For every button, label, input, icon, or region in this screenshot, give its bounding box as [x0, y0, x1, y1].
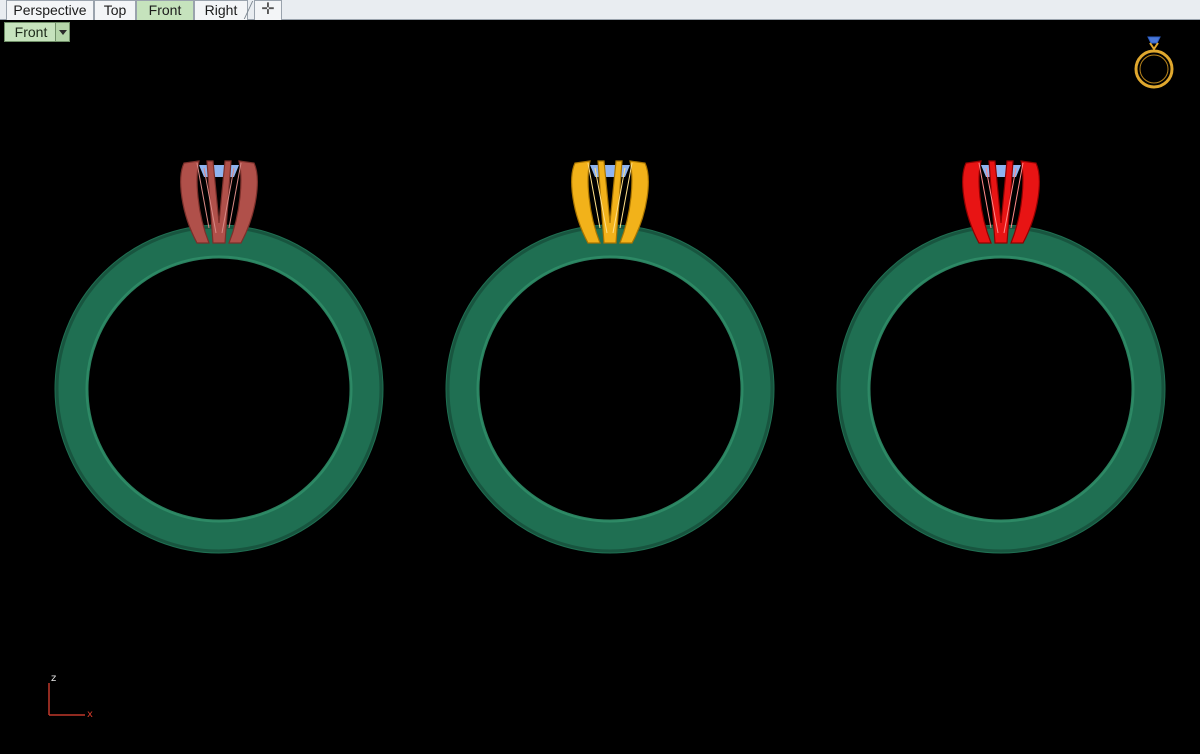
ring-band-inner-edge	[867, 255, 1135, 523]
ring-head-3	[962, 160, 1040, 244]
tab-perspective[interactable]: Perspective	[6, 0, 94, 20]
ring-band	[836, 224, 1166, 554]
viewport-tab-bar: Perspective Top Front Right ✛	[0, 0, 1200, 20]
ring-head-2	[571, 160, 649, 244]
front-viewport[interactable]: Front z x	[3, 21, 1198, 754]
ring-head-1	[180, 160, 258, 244]
tab-front[interactable]: Front	[136, 0, 194, 20]
tab-right[interactable]: Right	[194, 0, 248, 20]
x-axis-label: x	[87, 709, 93, 720]
axis-indicator: z x	[41, 671, 101, 721]
ring-model-2[interactable]	[440, 133, 780, 554]
viewport-title-label: Front	[14, 24, 48, 40]
ring-thumbnail-icon	[1134, 36, 1174, 89]
tab-top[interactable]: Top	[94, 0, 136, 20]
viewport-title-button[interactable]: Front	[4, 22, 70, 42]
ring-model-1[interactable]	[49, 133, 389, 554]
ring-band	[445, 224, 775, 554]
plus-icon: ✛	[261, 1, 275, 18]
z-axis-label: z	[51, 673, 57, 684]
ring-band-inner-edge	[476, 255, 744, 523]
chevron-down-icon[interactable]	[55, 23, 69, 41]
ring-band-inner-edge	[85, 255, 353, 523]
add-tab-button[interactable]: ✛	[254, 0, 282, 20]
ring-model-3[interactable]	[831, 133, 1171, 554]
ring-band	[54, 224, 384, 554]
